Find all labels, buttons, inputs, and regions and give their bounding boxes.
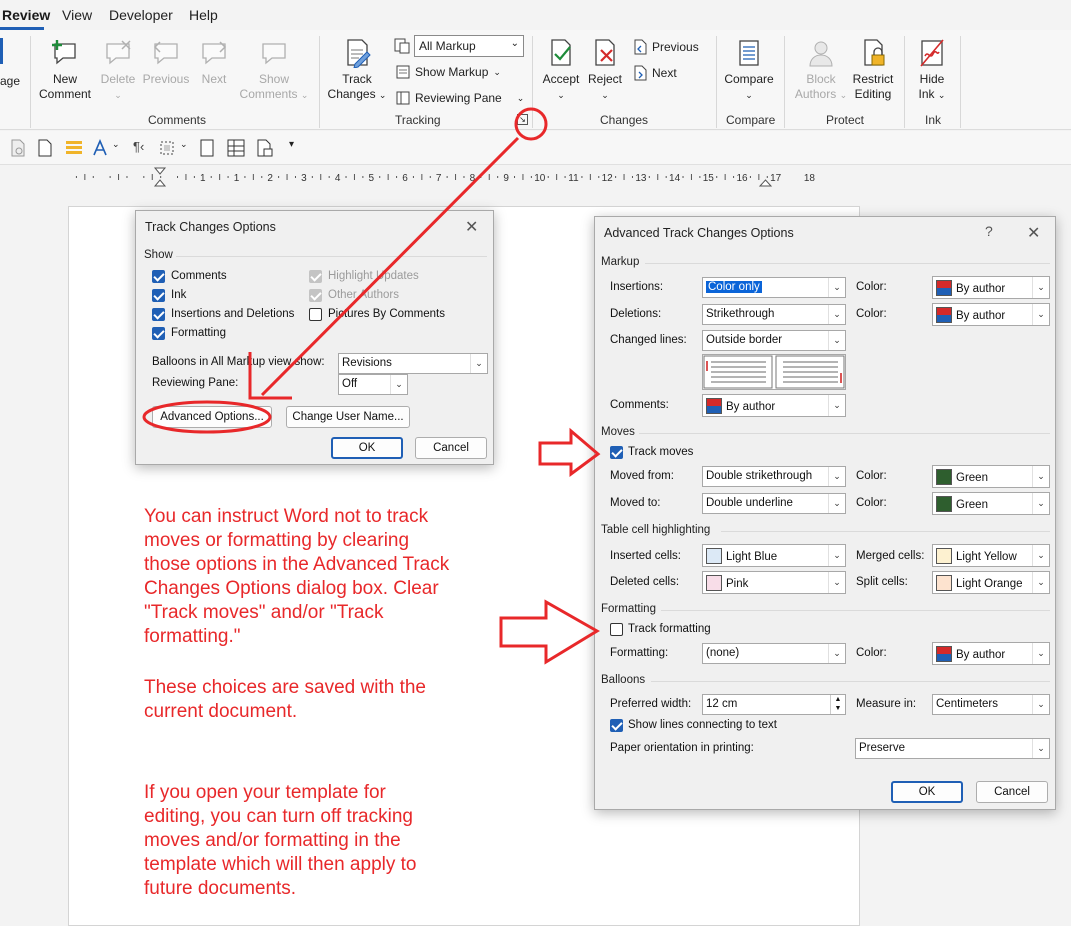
pointer-arrow-line [260, 136, 520, 397]
track-formatting-block-arrow [499, 599, 600, 665]
advanced-options-highlight-ellipse [142, 400, 272, 434]
track-moves-block-arrow [538, 427, 601, 477]
pointer-arrowhead [248, 352, 292, 400]
annotation-overlay [142, 107, 601, 665]
launcher-highlight-circle [514, 107, 548, 141]
